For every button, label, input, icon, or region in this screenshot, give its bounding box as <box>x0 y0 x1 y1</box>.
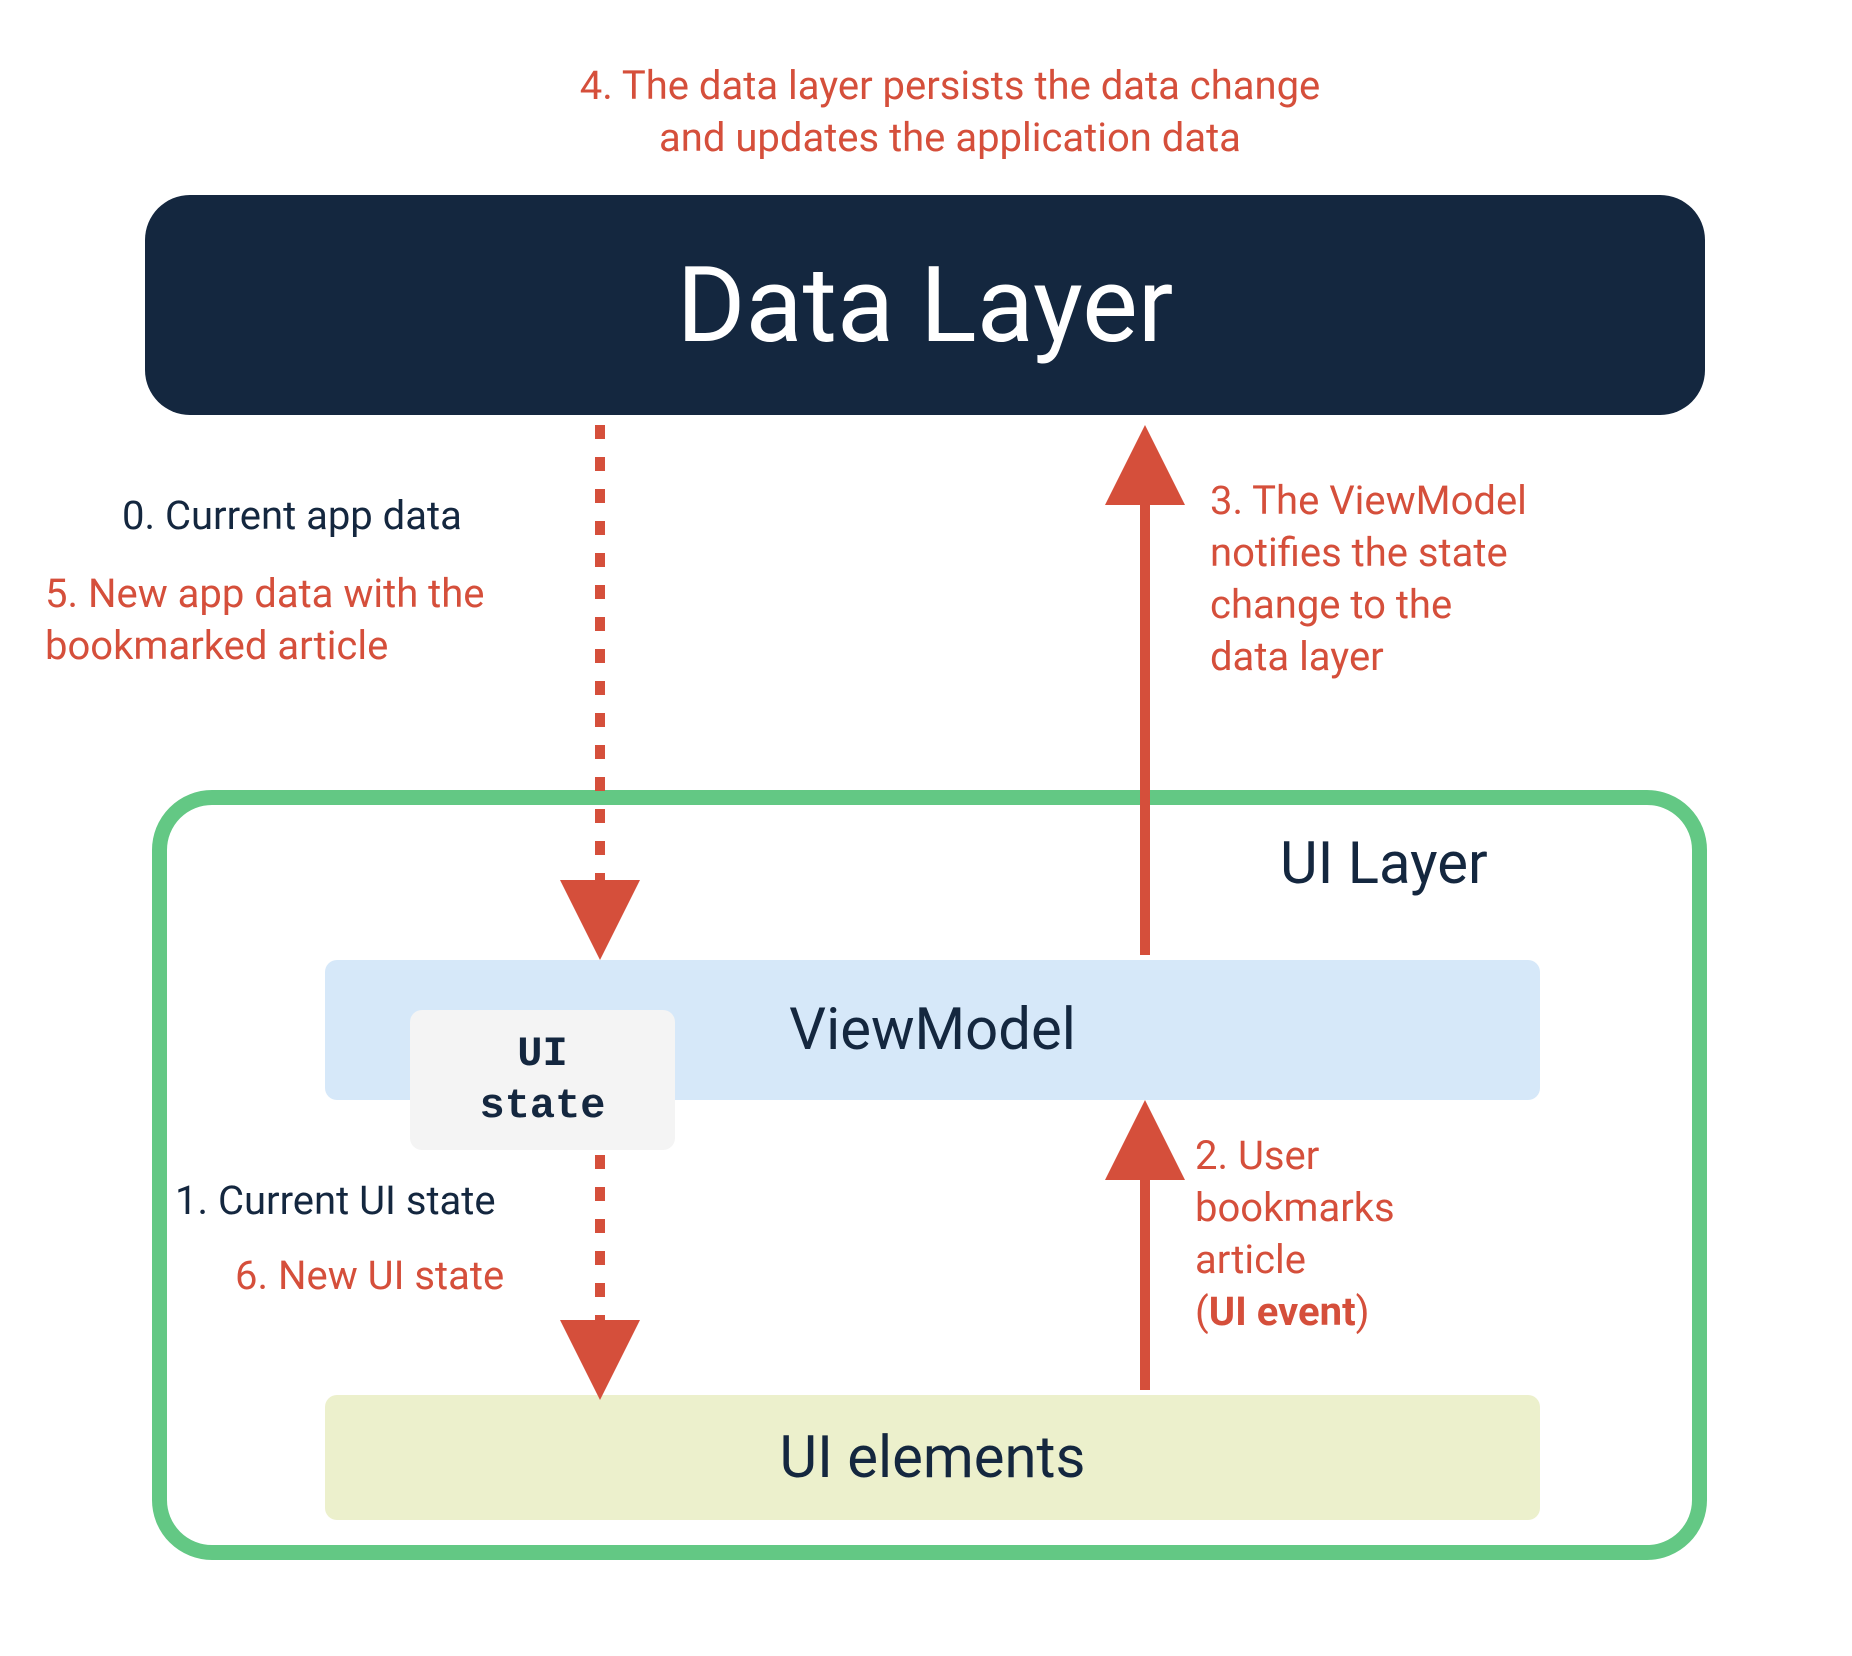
ui-layer-label: UI Layer <box>1280 830 1488 898</box>
step-0-annotation: 0. Current app data <box>122 490 462 542</box>
step-2-annotation: 2. User bookmarks article (UI event) <box>1195 1130 1395 1338</box>
step-6-annotation: 6. New UI state <box>235 1250 504 1302</box>
step-3-line-1: 3. The ViewModel <box>1210 477 1527 524</box>
ui-elements-label: UI elements <box>780 1424 1086 1492</box>
step-4-line-1: 4. The data layer persists the data chan… <box>580 62 1321 109</box>
step-2-line-3: article <box>1195 1236 1306 1283</box>
step-2-line-2: bookmarks <box>1195 1184 1395 1231</box>
viewmodel-label: ViewModel <box>789 996 1076 1064</box>
step-3-line-3: change to the <box>1210 581 1452 628</box>
step-2-line-4: (UI event) <box>1195 1288 1370 1335</box>
step-3-line-4: data layer <box>1210 633 1384 680</box>
step-3-line-2: notifies the state <box>1210 529 1508 576</box>
step-3-annotation: 3. The ViewModel notifies the state chan… <box>1210 475 1527 683</box>
ui-elements-box: UI elements <box>325 1395 1540 1520</box>
step-5-line-2: bookmarked article <box>45 622 388 669</box>
step-4-line-2: and updates the application data <box>659 114 1241 161</box>
step-4-annotation: 4. The data layer persists the data chan… <box>440 60 1460 164</box>
data-layer-label: Data Layer <box>677 244 1174 367</box>
step-2-line-1: 2. User <box>1195 1132 1319 1179</box>
step-5-line-1: 5. New app data with the <box>45 570 485 617</box>
step-5-annotation: 5. New app data with the bookmarked arti… <box>45 568 485 672</box>
ui-state-box: UI state <box>410 1010 675 1150</box>
step-1-annotation: 1. Current UI state <box>175 1175 496 1227</box>
data-layer-box: Data Layer <box>145 195 1705 415</box>
